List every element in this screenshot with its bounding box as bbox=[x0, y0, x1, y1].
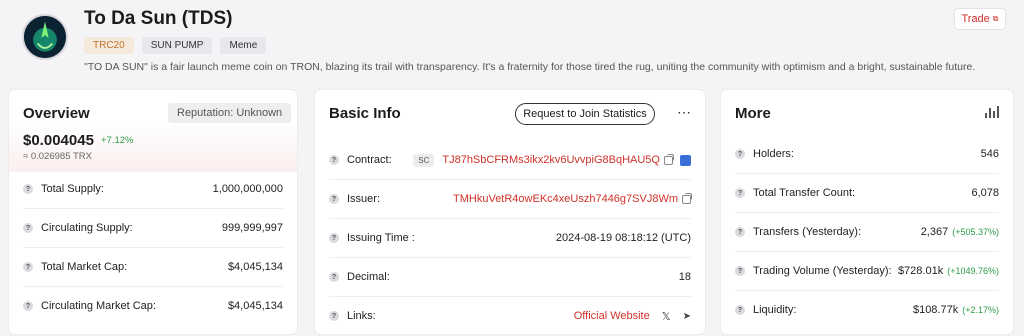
request-join-statistics-button[interactable]: Request to Join Statistics bbox=[515, 103, 655, 125]
trade-label: Trade bbox=[961, 13, 990, 25]
help-icon[interactable]: ? bbox=[329, 311, 339, 321]
token-description: "TO DA SUN" is a fair launch meme coin o… bbox=[84, 61, 976, 73]
help-icon[interactable]: ? bbox=[735, 149, 745, 159]
overview-row-total-market-cap: ? Total Market Cap: $4,045,134 bbox=[23, 248, 283, 286]
x-twitter-icon[interactable]: 𝕏 bbox=[662, 310, 671, 323]
help-icon[interactable]: ? bbox=[329, 272, 339, 282]
copy-icon[interactable] bbox=[682, 192, 692, 204]
help-icon[interactable]: ? bbox=[23, 301, 33, 311]
tag-sun-pump[interactable]: SUN PUMP bbox=[141, 37, 213, 54]
help-icon[interactable]: ? bbox=[329, 194, 339, 204]
smart-contract-badge: SC bbox=[413, 153, 435, 167]
basic-info-title: Basic Info bbox=[329, 105, 401, 122]
overview-row-circulating-supply: ? Circulating Supply: 999,999,997 bbox=[23, 209, 283, 247]
token-price: $0.004045 bbox=[23, 132, 94, 149]
overview-title: Overview bbox=[23, 105, 90, 122]
more-options-icon[interactable]: ⋯ bbox=[677, 104, 692, 121]
help-icon[interactable]: ? bbox=[735, 227, 745, 237]
reputation-badge: Reputation: Unknown bbox=[168, 103, 292, 123]
contract-verify-icon[interactable] bbox=[680, 154, 691, 166]
help-icon[interactable]: ? bbox=[23, 184, 33, 194]
more-row-total-transfer-count: ? Total Transfer Count: 6,078 bbox=[735, 174, 999, 212]
trx-price: ≈ 0.026985 TRX bbox=[23, 151, 92, 162]
more-card: More ? Holders: 546 ? Total Transfer Cou… bbox=[720, 89, 1014, 335]
more-row-transfers-yesterday: ? Transfers (Yesterday): 2,367 (+505.37%… bbox=[735, 213, 999, 251]
token-tags: TRC20 SUN PUMP Meme bbox=[84, 37, 267, 54]
basic-row-issuer: ? Issuer: TMHkuVetR4owEKc4xeUszh7446g7SV… bbox=[329, 180, 692, 218]
help-icon[interactable]: ? bbox=[735, 266, 745, 276]
more-row-trading-volume: ? Trading Volume (Yesterday): $728.01k (… bbox=[735, 252, 999, 290]
help-icon[interactable]: ? bbox=[23, 262, 33, 272]
overview-row-circulating-market-cap: ? Circulating Market Cap: $4,045,134 bbox=[23, 287, 283, 325]
overview-row-total-supply: ? Total Supply: 1,000,000,000 bbox=[23, 170, 283, 208]
issuer-address-link[interactable]: TMHkuVetR4owEKc4xeUszh7446g7SVJ8Wm bbox=[453, 193, 678, 205]
more-row-holders: ? Holders: 546 bbox=[735, 135, 999, 173]
price-change: +7.12% bbox=[101, 135, 134, 146]
telegram-icon[interactable]: ➤ bbox=[683, 311, 691, 322]
help-icon[interactable]: ? bbox=[329, 233, 339, 243]
basic-info-card: Basic Info Request to Join Statistics ⋯ … bbox=[314, 89, 706, 335]
basic-row-links: ? Links: Official Website 𝕏 ➤ bbox=[329, 297, 691, 334]
help-icon[interactable]: ? bbox=[735, 305, 745, 315]
help-icon[interactable]: ? bbox=[735, 188, 745, 198]
tag-trc20[interactable]: TRC20 bbox=[84, 37, 134, 54]
basic-row-decimal: ? Decimal: 18 bbox=[329, 258, 691, 296]
token-logo bbox=[22, 14, 68, 60]
basic-row-contract: ? Contract: SC TJ87hSbCFRMs3ikx2kv6Uvvpi… bbox=[329, 141, 691, 179]
token-title: To Da Sun (TDS) bbox=[84, 8, 233, 29]
basic-row-issuing-time: ? Issuing Time : 2024-08-19 08:18:12 (UT… bbox=[329, 219, 691, 257]
more-title: More bbox=[735, 105, 771, 122]
copy-icon[interactable] bbox=[664, 153, 674, 165]
token-header: To Da Sun (TDS) TRC20 SUN PUMP Meme "TO … bbox=[0, 0, 1024, 86]
help-icon[interactable]: ? bbox=[23, 223, 33, 233]
contract-address-link[interactable]: TJ87hSbCFRMs3ikx2kv6UvvpiG8BqHAU5Q bbox=[442, 154, 660, 166]
more-row-liquidity: ? Liquidity: $108.77k (+2.17%) bbox=[735, 291, 999, 329]
tag-meme[interactable]: Meme bbox=[220, 37, 267, 54]
bar-chart-icon[interactable] bbox=[985, 106, 999, 118]
trade-button[interactable]: Trade ⧉ bbox=[954, 8, 1006, 30]
official-website-link[interactable]: Official Website bbox=[574, 310, 650, 322]
external-link-icon: ⧉ bbox=[992, 14, 999, 23]
help-icon[interactable]: ? bbox=[329, 155, 339, 165]
overview-card: Overview Reputation: Unknown $0.004045 +… bbox=[8, 89, 298, 335]
